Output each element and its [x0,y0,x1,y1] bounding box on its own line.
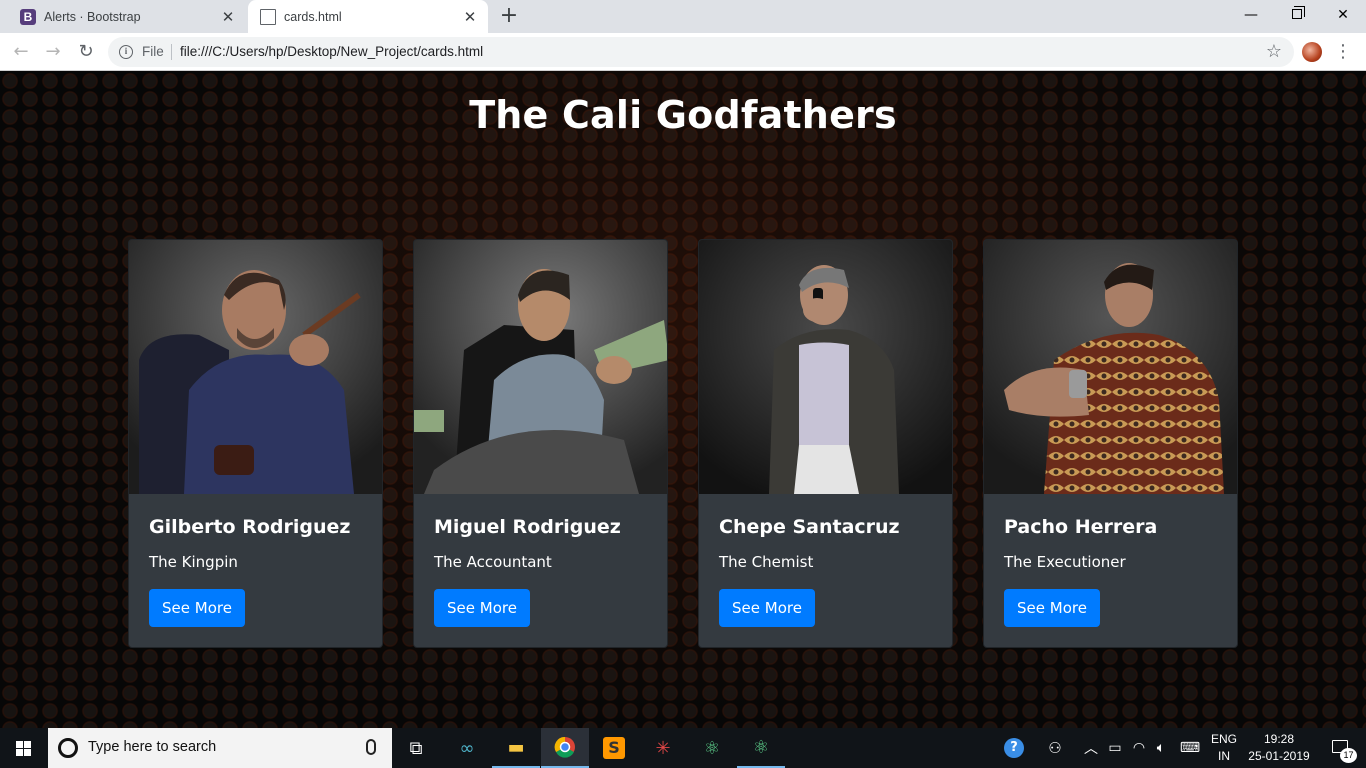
windows-logo-icon-part [16,749,23,756]
page-title: The Cali Godfathers [469,93,897,137]
clock-time: 19:28 [1263,732,1295,746]
wifi-icon[interactable]: ◠ [1128,728,1150,768]
bookmark-star-icon[interactable]: ☆ [1266,41,1282,62]
volume-icon[interactable]: 🔈︎ [1150,728,1172,768]
card-title: Pacho Herrera [1004,516,1158,538]
chevron-up-icon[interactable]: ︿ [1080,728,1102,768]
spider-web-icon[interactable]: ✳ [639,728,687,768]
action-center-button[interactable]: 17 [1318,728,1366,768]
scheme-label: File [142,44,164,59]
address-bar[interactable]: i File file:///C:/Users/hp/Desktop/New_P… [108,37,1294,67]
browser-tab-strip: B Alerts · Bootstrap ✕ cards.html ✕ + — … [0,0,1366,33]
info-icon[interactable]: i [119,45,133,59]
back-button[interactable]: ← [9,40,33,64]
arduino-icon[interactable]: ∞ [443,728,491,768]
tab-cards-html[interactable]: cards.html ✕ [248,0,488,33]
close-tab-icon[interactable]: ✕ [220,9,236,25]
atom-icon[interactable]: ⚛ [688,728,736,768]
card-image [129,240,382,494]
taskbar-search-input[interactable]: Type here to search [48,728,392,768]
search-placeholder: Type here to search [88,739,217,755]
close-tab-icon[interactable]: ✕ [462,9,478,25]
new-tab-button[interactable]: + [498,5,520,28]
minimize-button[interactable]: — [1228,0,1274,30]
profile-avatar[interactable] [1302,42,1322,62]
language-code: ENG [1210,732,1237,746]
divider [171,44,172,60]
file-explorer-icon[interactable]: ▬ [492,728,540,768]
battery-icon[interactable]: ▭ [1104,728,1126,768]
card-title: Gilberto Rodriguez [149,516,351,538]
url-text[interactable]: file:///C:/Users/hp/Desktop/New_Project/… [180,44,483,59]
restore-button[interactable] [1274,0,1320,30]
language-indicator[interactable]: ENG IN [1208,731,1240,765]
card-miguel-rodriguez: Miguel Rodriguez The Accountant See More [413,239,668,648]
tab-title: Alerts · Bootstrap [44,9,141,24]
windows-logo-icon-part [24,749,31,756]
see-more-button[interactable]: See More [149,589,245,627]
card-pacho-herrera: Pacho Herrera The Executioner See More [983,239,1238,648]
atom-icon-2[interactable]: ⚛ [737,728,785,768]
card-title: Miguel Rodriguez [434,516,621,538]
page-viewport: The Cali Godfathers Gilberto Rodriguez T… [0,71,1366,728]
forward-button[interactable]: → [41,40,65,64]
menu-icon[interactable]: ⋮ [1334,40,1352,64]
card-image [699,240,952,494]
card-subtitle: The Accountant [434,553,552,571]
tab-title: cards.html [284,9,342,24]
keyboard-icon[interactable]: ⌨ [1176,728,1204,768]
notification-count-badge: 17 [1340,748,1357,763]
restore-icon [1292,6,1305,19]
sublime-text-icon[interactable]: S [590,728,638,768]
card-gilberto-rodriguez: Gilberto Rodriguez The Kingpin See More [128,239,383,648]
reload-button[interactable]: ↻ [74,40,98,64]
see-more-button[interactable]: See More [434,589,530,627]
windows-taskbar: Type here to search ⧉ ∞ ▬ S ✳ ⚛ ⚛ ? ⚇ ︿ … [0,728,1366,768]
card-title: Chepe Santacruz [719,516,900,538]
help-icon[interactable]: ? [1000,728,1028,768]
card-subtitle: The Kingpin [149,553,238,571]
browser-toolbar: ← → ↻ i File file:///C:/Users/hp/Desktop… [0,33,1366,71]
cortana-icon [58,738,78,758]
card-subtitle: The Chemist [719,553,814,571]
close-window-button[interactable]: ✕ [1320,0,1366,30]
windows-start-button[interactable] [0,728,48,768]
bootstrap-icon: B [20,8,36,25]
chrome-icon[interactable] [541,728,589,768]
system-clock[interactable]: 19:28 25-01-2019 [1244,731,1314,765]
card-subtitle: The Executioner [1004,553,1126,571]
see-more-button[interactable]: See More [719,589,815,627]
card-image [414,240,667,494]
task-view-icon[interactable]: ⧉ [392,728,440,768]
card-image [984,240,1237,494]
document-icon [260,8,276,25]
microphone-icon[interactable] [366,739,376,755]
card-chepe-santacruz: Chepe Santacruz The Chemist See More [698,239,953,648]
windows-logo-icon-part [24,741,31,748]
tab-alerts-bootstrap[interactable]: B Alerts · Bootstrap ✕ [8,0,246,33]
windows-logo-icon [16,741,23,748]
people-icon[interactable]: ⚇ [1042,728,1068,768]
see-more-button[interactable]: See More [1004,589,1100,627]
region-code: IN [1218,749,1230,763]
clock-date: 25-01-2019 [1248,749,1310,763]
